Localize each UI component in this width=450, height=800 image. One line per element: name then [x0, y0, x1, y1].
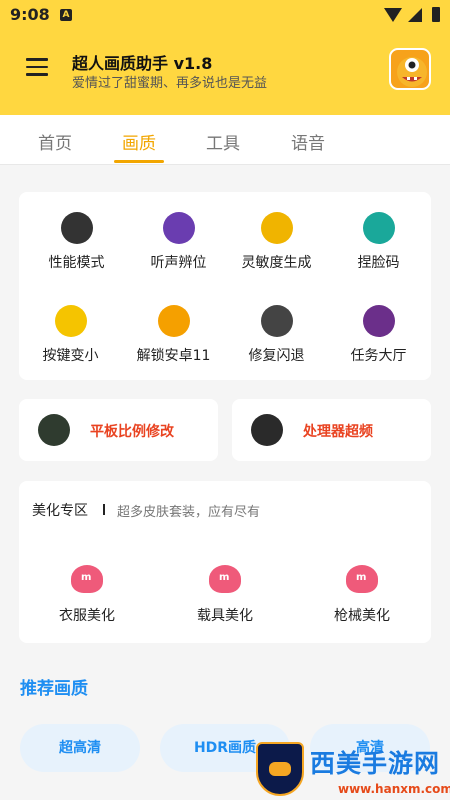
heart-m-icon: [346, 565, 378, 593]
tablet-ratio-label: 平板比例修改: [90, 424, 174, 440]
tool-label: 解锁安卓11: [136, 348, 211, 364]
watermark-url: www.hanxm.com: [338, 782, 450, 796]
tool-task-hall[interactable]: 任务大厅: [327, 305, 430, 365]
app-subtitle: 爱情过了甜蜜期、再多说也是无益: [72, 76, 268, 91]
tool-fix-crash[interactable]: 修复闪退: [225, 305, 328, 365]
beauty-zone-card: 美化专区 超多皮肤套装，应有尽有 衣服美化 载具美化 枪械美化: [19, 481, 431, 643]
phone-icon: [157, 305, 190, 337]
tool-label: 捏脸码: [357, 255, 400, 271]
tool-face-code[interactable]: 捏脸码: [327, 212, 430, 272]
tool-label: 按键变小: [42, 348, 99, 364]
site-watermark: 西美手游网 www.hanxm.com: [252, 742, 450, 800]
beauty-item-label: 衣服美化: [59, 608, 115, 624]
signal-icon: [408, 8, 422, 22]
status-bar: 9:08 A: [0, 0, 450, 30]
beauty-clothes[interactable]: 衣服美化: [27, 565, 147, 625]
tool-label: 修复闪退: [248, 348, 305, 364]
gameboy-icon: [162, 212, 195, 244]
tool-label: 任务大厅: [350, 348, 407, 364]
tool-performance-mode[interactable]: 性能模式: [25, 212, 128, 272]
robot-icon: [260, 212, 293, 244]
cpu-overclock-card[interactable]: 处理器超频: [232, 399, 431, 461]
cherry-icon: [60, 212, 93, 244]
monster-avatar-icon[interactable]: [389, 48, 431, 90]
divider: [103, 504, 105, 515]
app-title: 超人画质助手 v1.8: [72, 54, 213, 73]
gamepad-logo-icon: [256, 742, 304, 796]
beauty-zone-subtitle: 超多皮肤套装，应有尽有: [117, 505, 261, 520]
tool-shrink-keys[interactable]: 按键变小: [19, 305, 122, 365]
heart-m-icon: [71, 565, 103, 593]
tab-home[interactable]: 首页: [38, 129, 72, 154]
rocket-icon: [251, 414, 283, 446]
beauty-zone-title: 美化专区: [32, 503, 88, 519]
tab-tools[interactable]: 工具: [206, 129, 240, 154]
quality-option-ultra-hd[interactable]: 超高清: [20, 724, 140, 772]
tool-sensitivity-generator[interactable]: 灵敏度生成: [225, 212, 328, 272]
scroll-icon: [362, 305, 395, 337]
tool-label: 灵敏度生成: [241, 255, 312, 271]
tab-bar: 首页 画质 工具 语音: [0, 115, 450, 165]
tablet-ratio-card[interactable]: 平板比例修改: [19, 399, 218, 461]
tool-sound-locate[interactable]: 听声辨位: [127, 212, 230, 272]
battery-icon: [432, 7, 440, 22]
watermark-text: 西美手游网: [310, 749, 441, 778]
heart-m-icon: [209, 565, 241, 593]
cpu-overclock-label: 处理器超频: [303, 424, 373, 440]
beauty-item-label: 枪械美化: [334, 608, 390, 624]
beauty-item-label: 载具美化: [197, 608, 253, 624]
tab-quality[interactable]: 画质: [122, 129, 156, 154]
app-header: 9:08 A 超人画质助手 v1.8 爱情过了甜蜜期、再多说也是无益: [0, 0, 450, 115]
tab-voice[interactable]: 语音: [291, 129, 325, 154]
sushi-icon: [260, 305, 293, 337]
spider-icon: [54, 305, 87, 337]
wifi-icon: [384, 8, 402, 22]
a-icon: A: [60, 9, 72, 21]
recommended-quality-title: 推荐画质: [20, 679, 88, 699]
beauty-vehicle[interactable]: 载具美化: [165, 565, 285, 625]
tool-label: 听声辨位: [150, 255, 207, 271]
plant-icon: [38, 414, 70, 446]
tools-grid-card: 性能模式 听声辨位 灵敏度生成 捏脸码 按键变小 解锁安卓11 修复闪退 任务大…: [19, 192, 431, 380]
status-time: 9:08: [10, 5, 50, 24]
hamburger-icon[interactable]: [26, 58, 48, 76]
potion-icon: [362, 212, 395, 244]
active-tab-indicator: [114, 160, 164, 163]
tool-label: 性能模式: [48, 255, 105, 271]
beauty-weapon[interactable]: 枪械美化: [302, 565, 422, 625]
tool-unlock-android11[interactable]: 解锁安卓11: [122, 305, 225, 365]
